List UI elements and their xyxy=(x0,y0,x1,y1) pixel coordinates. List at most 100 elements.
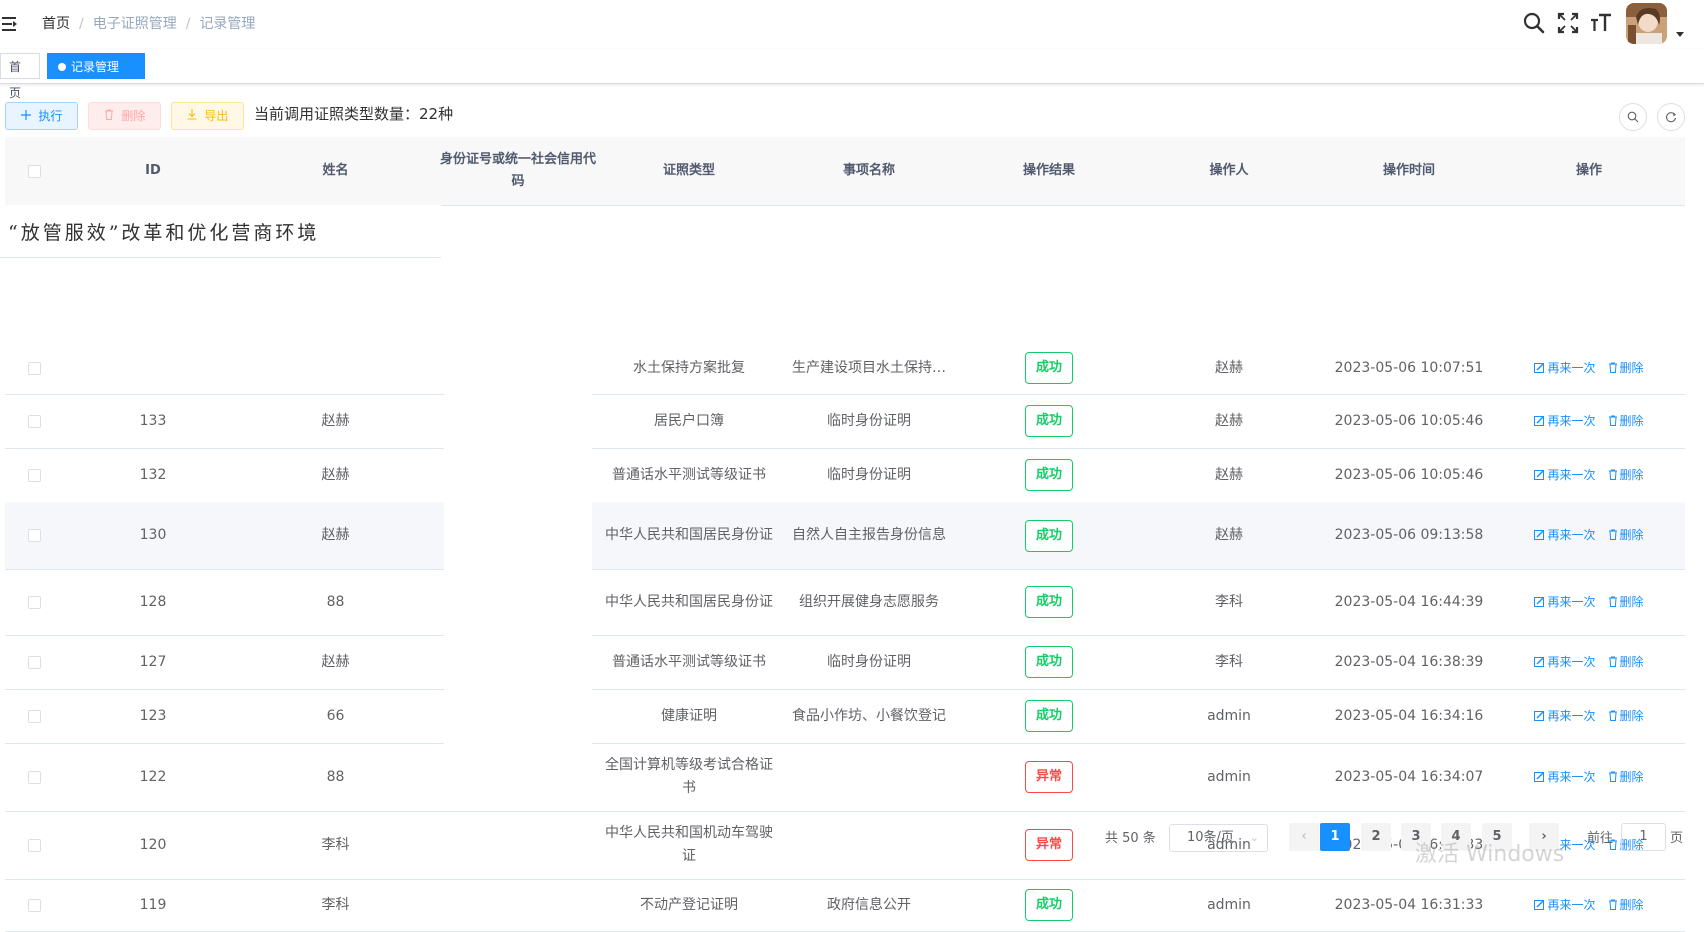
cell-time: 2023-05-04 16:34:16 xyxy=(1334,707,1484,724)
page-size-select[interactable]: 10条/页 ⌄ xyxy=(1169,824,1268,852)
row-delete-label: 删除 xyxy=(1619,708,1644,723)
prev-page-button[interactable]: ‹ xyxy=(1289,823,1319,851)
column-header-operator[interactable]: 操作人 xyxy=(1139,137,1319,205)
retry-button[interactable]: 再来一次 xyxy=(1534,524,1596,547)
status-badge: 成功 xyxy=(1024,352,1073,384)
select-all-checkbox[interactable] xyxy=(27,164,41,178)
cell-operator: 赵赫 xyxy=(1215,466,1243,483)
cell-cert-type: 全国计算机等级考试合格证书 xyxy=(605,757,773,796)
row-delete-button[interactable]: 删除 xyxy=(1608,410,1644,433)
toggle-search-button[interactable] xyxy=(1619,103,1647,131)
avatar[interactable] xyxy=(1626,3,1667,44)
breadcrumb-home[interactable]: 首页 xyxy=(42,16,70,32)
pagination-total: 共 50 条 xyxy=(1105,831,1156,846)
row-checkbox[interactable] xyxy=(27,898,41,912)
cell-time: 2023-05-04 16:44:39 xyxy=(1334,593,1484,610)
row-checkbox-cell xyxy=(5,502,63,569)
table-row: 119 李科 不动产登记证明 政府信息公开 成功 admin 2023-05-04 16:3… xyxy=(5,879,1685,932)
page-size-value: 10条/页 xyxy=(1187,830,1234,845)
row-delete-label: 删除 xyxy=(1619,360,1644,375)
row-delete-button[interactable]: 删除 xyxy=(1608,705,1644,728)
retry-button[interactable]: 再来一次 xyxy=(1534,591,1596,614)
cell-result: 成功 xyxy=(959,502,1139,569)
row-checkbox[interactable] xyxy=(27,529,41,542)
caret-down-icon[interactable] xyxy=(1675,26,1685,37)
hamburger-icon[interactable] xyxy=(0,13,22,35)
row-delete-button[interactable]: 删除 xyxy=(1608,524,1644,547)
retry-button[interactable]: 再来一次 xyxy=(1534,894,1596,917)
tag-home[interactable]: 首页 xyxy=(0,53,40,100)
page-button[interactable]: 2 xyxy=(1361,823,1391,851)
search-icon[interactable] xyxy=(1521,10,1547,36)
execute-button[interactable]: 执行 xyxy=(5,102,78,130)
row-delete-button[interactable]: 删除 xyxy=(1608,766,1644,789)
column-header-item-name[interactable]: 事项名称 xyxy=(779,137,959,205)
row-delete-button[interactable]: 删除 xyxy=(1608,894,1644,917)
column-header-id[interactable]: ID xyxy=(63,137,243,205)
row-checkbox-cell xyxy=(5,342,63,394)
column-header-result[interactable]: 操作结果 xyxy=(959,137,1139,205)
font-size-icon[interactable] xyxy=(1588,10,1614,36)
cell-operator: 赵赫 xyxy=(1215,527,1243,543)
row-delete-button[interactable]: 删除 xyxy=(1608,464,1644,487)
status-badge: 成功 xyxy=(1024,519,1073,552)
row-checkbox[interactable] xyxy=(27,361,41,375)
edit-icon xyxy=(1534,898,1547,912)
row-checkbox[interactable] xyxy=(27,709,41,723)
cell-item-name: 自然人自主报告身份信息 xyxy=(792,527,946,543)
cert-type-count: 当前调用证照类型数量：22种 xyxy=(254,105,454,123)
cell-name xyxy=(243,342,428,394)
retry-button[interactable]: 再来一次 xyxy=(1534,410,1596,433)
row-checkbox[interactable] xyxy=(27,414,41,428)
cell-id: 130 xyxy=(139,527,167,543)
column-header-cert-type[interactable]: 证照类型 xyxy=(599,137,779,205)
breadcrumb-level1: 电子证照管理 xyxy=(92,16,177,32)
retry-button[interactable]: 再来一次 xyxy=(1534,651,1596,674)
cell-time: 2023-05-04 16:31:33 xyxy=(1334,896,1484,913)
cell-name: 李科 xyxy=(321,896,350,913)
delete-button[interactable]: 删除 xyxy=(88,102,161,130)
cell-cert-type: 水土保持方案批复 xyxy=(633,359,745,376)
row-checkbox[interactable] xyxy=(27,595,41,609)
row-delete-label: 删除 xyxy=(1619,594,1644,609)
column-header-actions: 操作 xyxy=(1575,163,1602,178)
refresh-button[interactable] xyxy=(1657,103,1685,131)
fullscreen-icon[interactable] xyxy=(1555,10,1581,36)
tag-home-label: 首页 xyxy=(9,60,22,100)
goto-page-input[interactable]: 1 xyxy=(1621,823,1666,851)
retry-button[interactable]: 再来一次 xyxy=(1534,705,1596,728)
tag-record-management[interactable]: 记录管理 × xyxy=(47,53,145,100)
export-button[interactable]: 导出 xyxy=(171,102,244,130)
delete-button-label: 删除 xyxy=(121,109,146,123)
row-checkbox[interactable] xyxy=(27,655,41,669)
row-delete-button[interactable]: 删除 xyxy=(1608,357,1644,380)
retry-button[interactable]: 再来一次 xyxy=(1534,766,1596,789)
table-header: ID 姓名 身份证号或统一社会信用代码 证照类型 事项名称 操作结果 操作人 操… xyxy=(5,137,1685,206)
row-delete-button[interactable]: 删除 xyxy=(1608,591,1644,614)
row-checkbox-cell xyxy=(5,811,63,879)
page-button[interactable]: 1 xyxy=(1320,823,1350,851)
cell-name: 赵赫 xyxy=(321,466,350,483)
retry-label: 再来一次 xyxy=(1547,413,1596,428)
column-header-idcard[interactable]: 身份证号或统一社会信用代码 xyxy=(437,137,599,205)
retry-label: 再来一次 xyxy=(1547,769,1596,784)
retry-button[interactable]: 再来一次 xyxy=(1534,357,1596,380)
column-header-name[interactable]: 姓名 xyxy=(243,137,428,205)
execute-button-label: 执行 xyxy=(38,109,63,123)
cell-result: 异常 xyxy=(959,743,1139,811)
cell-id xyxy=(63,342,243,394)
table-row: 132 赵赫 普通话水平测试等级证书 临时身份证明 成功 赵赫 2023-05-06 10:… xyxy=(5,448,1685,503)
row-delete-button[interactable]: 删除 xyxy=(1608,651,1644,674)
plus-icon xyxy=(20,109,35,123)
retry-button[interactable]: 再来一次 xyxy=(1534,464,1596,487)
trash-icon xyxy=(1608,361,1620,375)
cell-time: 2023-05-06 10:05:46 xyxy=(1334,466,1484,483)
cell-actions: 再来一次 删除 xyxy=(1499,394,1679,448)
column-header-time[interactable]: 操作时间 xyxy=(1319,137,1499,205)
row-checkbox[interactable] xyxy=(27,770,41,784)
edit-icon xyxy=(1534,468,1547,482)
status-badge: 异常 xyxy=(1024,829,1073,861)
row-checkbox[interactable] xyxy=(27,468,41,482)
close-icon[interactable]: × xyxy=(66,87,75,100)
row-delete-label: 删除 xyxy=(1619,897,1644,912)
